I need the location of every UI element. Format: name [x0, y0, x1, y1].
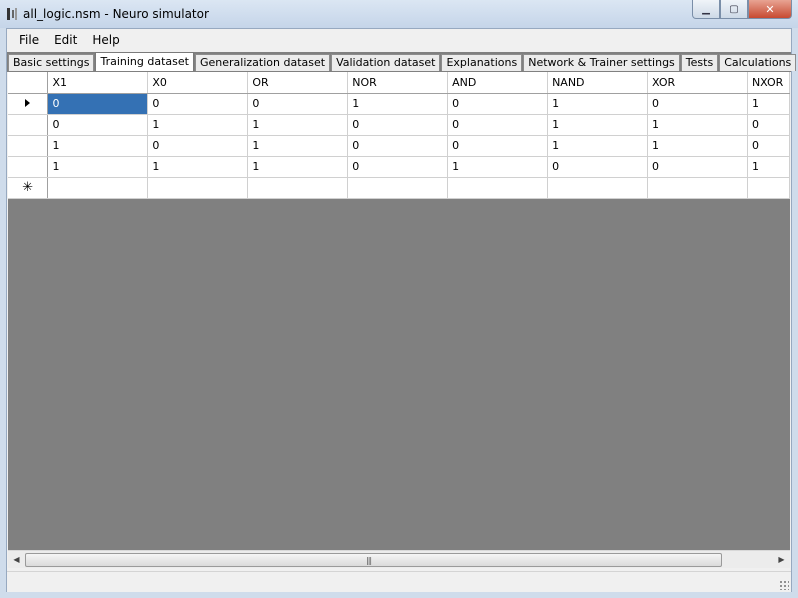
menu-file[interactable]: File — [12, 33, 46, 47]
window-controls: ▁ ▢ ✕ — [692, 0, 792, 20]
grid-cell[interactable]: 1 — [47, 156, 149, 178]
current-row-icon — [25, 99, 31, 107]
column-header-and[interactable]: AND — [447, 72, 549, 94]
grid-cell[interactable] — [747, 177, 790, 199]
resize-grip-icon[interactable] — [779, 580, 789, 590]
grid-cell[interactable]: 0 — [447, 114, 549, 136]
grid-cell[interactable]: 1 — [747, 93, 790, 115]
grid-cell[interactable]: 1 — [547, 114, 649, 136]
scroll-right-button[interactable]: ▶ — [773, 551, 790, 568]
app-icon — [7, 8, 17, 20]
column-header-nor[interactable]: NOR — [347, 72, 449, 94]
tab-calculations[interactable]: Calculations — [719, 54, 797, 71]
grid-cell[interactable]: 0 — [747, 135, 790, 157]
header-row: X1 X0 OR NOR AND NAND XOR NXOR — [8, 72, 790, 94]
grid-cell[interactable]: 0 — [47, 93, 149, 115]
minimize-icon: ▁ — [702, 3, 710, 15]
corner-header[interactable] — [8, 72, 49, 94]
row-header[interactable] — [8, 114, 49, 136]
grid-cell[interactable]: 1 — [647, 114, 748, 136]
maximize-icon: ▢ — [729, 3, 739, 15]
minimize-button[interactable]: ▁ — [692, 0, 720, 19]
column-header-or[interactable]: OR — [247, 72, 349, 94]
column-header-x0[interactable]: X0 — [147, 72, 249, 94]
tab-strip: Basic settings Training dataset Generali… — [7, 52, 797, 72]
new-row: ✳ — [8, 177, 790, 199]
horizontal-scrollbar[interactable]: ◀ ||| ▶ — [8, 550, 790, 568]
grid-cell[interactable] — [447, 177, 549, 199]
row-header[interactable]: ✳ — [8, 177, 49, 199]
tab-explanations[interactable]: Explanations — [441, 54, 523, 71]
grid-cell[interactable]: 0 — [247, 93, 349, 115]
grid-cell[interactable] — [47, 177, 149, 199]
column-header-nand[interactable]: NAND — [547, 72, 649, 94]
grid-cell[interactable]: 1 — [747, 156, 790, 178]
tabs: Basic settings Training dataset Generali… — [8, 52, 797, 72]
tab-generalization-dataset[interactable]: Generalization dataset — [194, 54, 331, 71]
grid-cell[interactable]: 1 — [547, 135, 649, 157]
grid-cell[interactable]: 1 — [47, 135, 149, 157]
row-header[interactable] — [8, 156, 49, 178]
grid-cell[interactable]: 0 — [347, 114, 449, 136]
grid-cell[interactable]: 1 — [547, 93, 649, 115]
chevron-right-icon: ▶ — [778, 555, 785, 564]
grid-cell[interactable] — [347, 177, 449, 199]
training-data-grid: X1 X0 OR NOR AND NAND XOR NXOR 0 0 0 1 0 — [8, 72, 790, 199]
status-bar — [7, 571, 791, 592]
tab-validation-dataset[interactable]: Validation dataset — [331, 54, 441, 71]
grid-cell[interactable]: 0 — [447, 93, 549, 115]
grid-cell[interactable]: 1 — [647, 135, 748, 157]
grid-cell[interactable]: 1 — [147, 114, 249, 136]
row-header[interactable] — [8, 135, 49, 157]
new-row-icon: ✳ — [22, 180, 34, 195]
scroll-thumb[interactable]: ||| — [25, 553, 722, 567]
tab-network-trainer-settings[interactable]: Network & Trainer settings — [523, 54, 680, 71]
grid-cell[interactable]: 1 — [447, 156, 549, 178]
menu-help[interactable]: Help — [85, 33, 126, 47]
grid-cell[interactable] — [147, 177, 249, 199]
client-area: File Edit Help Basic settings Training d… — [6, 28, 797, 592]
grid-cell[interactable]: 1 — [247, 156, 349, 178]
table-row: 0 1 1 0 0 1 1 0 — [8, 114, 790, 136]
grid-cell[interactable] — [647, 177, 748, 199]
menu-edit[interactable]: Edit — [47, 33, 84, 47]
maximize-button[interactable]: ▢ — [720, 0, 748, 19]
table-row: 1 0 1 0 0 1 1 0 — [8, 135, 790, 157]
column-header-x1[interactable]: X1 — [47, 72, 149, 94]
grid-cell[interactable] — [247, 177, 349, 199]
window-title: all_logic.nsm - Neuro simulator — [23, 7, 209, 21]
tab-training-dataset[interactable]: Training dataset — [95, 52, 194, 71]
chevron-left-icon: ◀ — [13, 555, 20, 564]
column-header-nxor[interactable]: NXOR — [747, 72, 790, 94]
row-header[interactable] — [8, 93, 49, 115]
grid-cell[interactable]: 0 — [447, 135, 549, 157]
grid-cell[interactable]: 0 — [47, 114, 149, 136]
grid-cell[interactable]: 0 — [347, 156, 449, 178]
grid-cell[interactable]: 1 — [347, 93, 449, 115]
grid-cell[interactable]: 0 — [747, 114, 790, 136]
close-icon: ✕ — [765, 2, 775, 16]
scroll-left-button[interactable]: ◀ — [8, 551, 25, 568]
grid-cell[interactable]: 0 — [347, 135, 449, 157]
tab-basic-settings[interactable]: Basic settings — [8, 54, 95, 71]
grid-cell[interactable]: 0 — [547, 156, 649, 178]
grid-cell[interactable]: 1 — [147, 156, 249, 178]
grid-cell[interactable]: 0 — [147, 93, 249, 115]
data-grid-area: X1 X0 OR NOR AND NAND XOR NXOR 0 0 0 1 0 — [8, 72, 790, 550]
grid-cell[interactable]: 0 — [147, 135, 249, 157]
grid-cell[interactable]: 0 — [647, 156, 748, 178]
column-header-xor[interactable]: XOR — [647, 72, 748, 94]
grid-cell[interactable] — [547, 177, 649, 199]
grid-cell[interactable]: 0 — [647, 93, 748, 115]
grip-icon: ||| — [366, 556, 372, 565]
table-row: 1 1 1 0 1 0 0 1 — [8, 156, 790, 178]
close-button[interactable]: ✕ — [748, 0, 792, 19]
grid-cell[interactable]: 1 — [247, 135, 349, 157]
tab-tests[interactable]: Tests — [680, 54, 719, 71]
menu-bar: File Edit Help — [7, 29, 791, 51]
table-row: 0 0 0 1 0 1 0 1 — [8, 93, 790, 115]
title-bar[interactable]: all_logic.nsm - Neuro simulator ▁ ▢ ✕ — [0, 0, 798, 28]
main-window: all_logic.nsm - Neuro simulator ▁ ▢ ✕ Fi… — [0, 0, 798, 598]
grid-cell[interactable]: 1 — [247, 114, 349, 136]
